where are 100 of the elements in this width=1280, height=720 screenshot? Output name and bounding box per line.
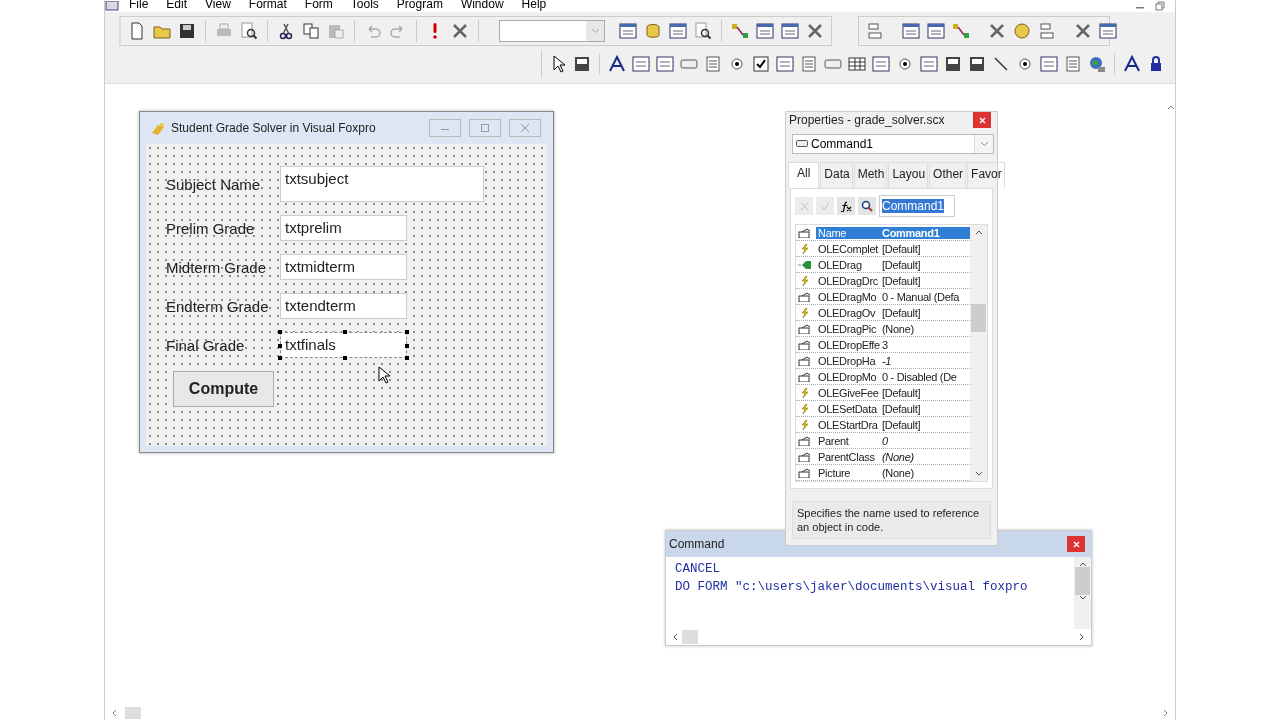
database-icon[interactable] [643, 21, 663, 41]
grid-icon[interactable] [847, 54, 867, 74]
property-value[interactable]: [Default] [880, 242, 970, 255]
property-value[interactable]: [Default] [880, 274, 970, 287]
property-value[interactable]: 3 [880, 338, 970, 351]
chevron-icon [979, 141, 989, 147]
property-name[interactable]: OLEDragDrc [816, 274, 880, 287]
property-name[interactable]: OLESetData [816, 402, 880, 415]
lightning-icon [798, 419, 812, 430]
maximize-icon [480, 124, 490, 132]
property-value[interactable]: 0 - Disabled (De [880, 370, 970, 383]
function-button[interactable] [837, 197, 855, 215]
menu-item[interactable]: Format [248, 0, 287, 10]
button-icon [796, 140, 808, 148]
chevron-up-icon [1167, 104, 1175, 110]
text-box[interactable]: txtfinals [280, 332, 407, 358]
menu-item[interactable]: Tools [350, 0, 379, 10]
globe-icon[interactable] [1087, 54, 1107, 74]
chevron-down-icon [1078, 595, 1087, 601]
property-value[interactable]: Command1 [880, 226, 970, 239]
menu-item[interactable]: Help [521, 0, 547, 10]
text-box[interactable]: txtsubject [280, 166, 484, 202]
close-icon [1072, 540, 1080, 548]
property-value[interactable]: -1 [880, 354, 970, 367]
property-name[interactable]: OLEDropMo [816, 370, 880, 383]
property-value[interactable]: [Default] [880, 306, 970, 319]
property-name[interactable]: OLEDrag [816, 258, 880, 271]
property-value[interactable]: 0 [880, 434, 970, 447]
connector-icon[interactable] [730, 21, 750, 41]
window-icon[interactable] [618, 21, 638, 41]
property-value[interactable]: [Default] [880, 258, 970, 271]
menu-item[interactable]: Window [460, 0, 504, 10]
property-value[interactable]: (None) [880, 450, 970, 463]
property-name[interactable]: OLEComplet [816, 242, 880, 255]
scroll-thumb[interactable] [971, 304, 986, 333]
property-name[interactable]: OLEDragMo [816, 290, 880, 303]
property-name[interactable]: OLEDragPic [816, 322, 880, 335]
maximize-button[interactable] [469, 119, 501, 137]
checklist-icon[interactable] [780, 21, 800, 41]
description-text: Specifies the name used to reference an object in code. [797, 507, 980, 533]
zoom-button[interactable] [858, 197, 876, 215]
menu-item[interactable]: Edit [166, 0, 188, 10]
menu-item[interactable]: Program [396, 0, 443, 10]
vertical-scrollbar[interactable] [1074, 557, 1091, 629]
checkbox-icon[interactable] [751, 54, 771, 74]
property-value[interactable]: [Default] [880, 418, 970, 431]
scroll-thumb[interactable] [125, 707, 141, 719]
property-value[interactable]: [Default] [880, 402, 970, 415]
property-name[interactable]: OLEGiveFee [816, 386, 880, 399]
property-name[interactable]: Picture [816, 466, 880, 479]
chevron-down-icon [974, 471, 983, 477]
close-button[interactable] [509, 119, 541, 137]
menu-item[interactable]: View [205, 0, 231, 10]
compute-button[interactable]: Compute [173, 371, 274, 407]
property-value[interactable]: (None) [880, 466, 970, 479]
scroll-thumb[interactable] [1075, 567, 1090, 595]
text-box[interactable]: txtprelim [280, 215, 407, 241]
toolbar-dropdown[interactable] [499, 20, 605, 42]
value-input[interactable]: Command1 [879, 195, 955, 217]
property-name[interactable]: Name [816, 226, 880, 239]
property-value[interactable]: (None) [880, 322, 970, 335]
property-name[interactable]: OLEDropHa [816, 354, 880, 367]
window-icon[interactable] [668, 21, 688, 41]
chevron-up-icon [1078, 561, 1087, 567]
tab[interactable]: All [788, 162, 820, 188]
window-title: Command [669, 537, 725, 551]
preview-icon[interactable] [693, 21, 713, 41]
window-icon[interactable] [755, 21, 775, 41]
window-icon[interactable] [1098, 21, 1118, 41]
text-box[interactable]: txtmidterm [280, 254, 407, 280]
window-icon[interactable] [926, 21, 946, 41]
window-icon[interactable] [901, 21, 921, 41]
property-name[interactable]: OLEStartDra [816, 418, 880, 431]
menu-item[interactable]: File [129, 0, 149, 10]
property-name[interactable]: OLEDropEffe [816, 338, 880, 351]
property-icon [798, 323, 812, 334]
connector-icon[interactable] [951, 21, 971, 41]
text-box[interactable]: txtendterm [280, 293, 407, 319]
menu-item[interactable]: Form [304, 0, 333, 10]
property-name[interactable]: OLEDragOv [816, 306, 880, 319]
property-name[interactable]: ParentClass [816, 450, 880, 463]
vertical-scrollbar[interactable] [970, 225, 987, 481]
chevron-up-icon [974, 229, 983, 235]
chevron-left-icon [672, 633, 678, 641]
property-value[interactable]: [Default] [880, 386, 970, 399]
close-button[interactable] [973, 112, 991, 128]
lightning-icon [798, 243, 812, 254]
object-dropdown[interactable]: Command1 [792, 134, 994, 154]
restore-icon[interactable] [1155, 1, 1165, 11]
property-value[interactable]: 0 - Manual (Defa [880, 290, 970, 303]
preview-icon[interactable] [239, 21, 259, 41]
scroll-thumb[interactable] [682, 630, 698, 644]
chevron-left-icon [111, 709, 117, 717]
close-button[interactable] [1067, 536, 1085, 552]
window-title: Properties - grade_solver.scx [789, 113, 945, 127]
field-label: Endterm Grade [165, 297, 270, 315]
copy-icon[interactable] [301, 21, 321, 41]
function-icon [840, 200, 852, 212]
listbox-icon[interactable] [799, 54, 819, 74]
property-name[interactable]: Parent [816, 434, 880, 447]
